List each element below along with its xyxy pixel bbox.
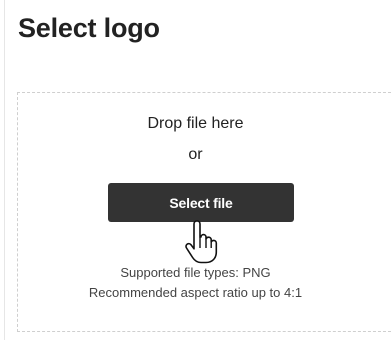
select-logo-panel: Select logo Drop file here or Select fil… <box>0 0 391 340</box>
or-label: or <box>188 146 203 163</box>
hand-pointer-icon <box>185 220 218 264</box>
page-title: Select logo <box>18 13 160 43</box>
supported-file-types-text: Supported file types: PNG <box>120 265 271 280</box>
select-file-button[interactable]: Select file <box>108 183 294 222</box>
drop-file-label: Drop file here <box>147 115 244 132</box>
aspect-ratio-text: Recommended aspect ratio up to 4:1 <box>88 285 303 300</box>
